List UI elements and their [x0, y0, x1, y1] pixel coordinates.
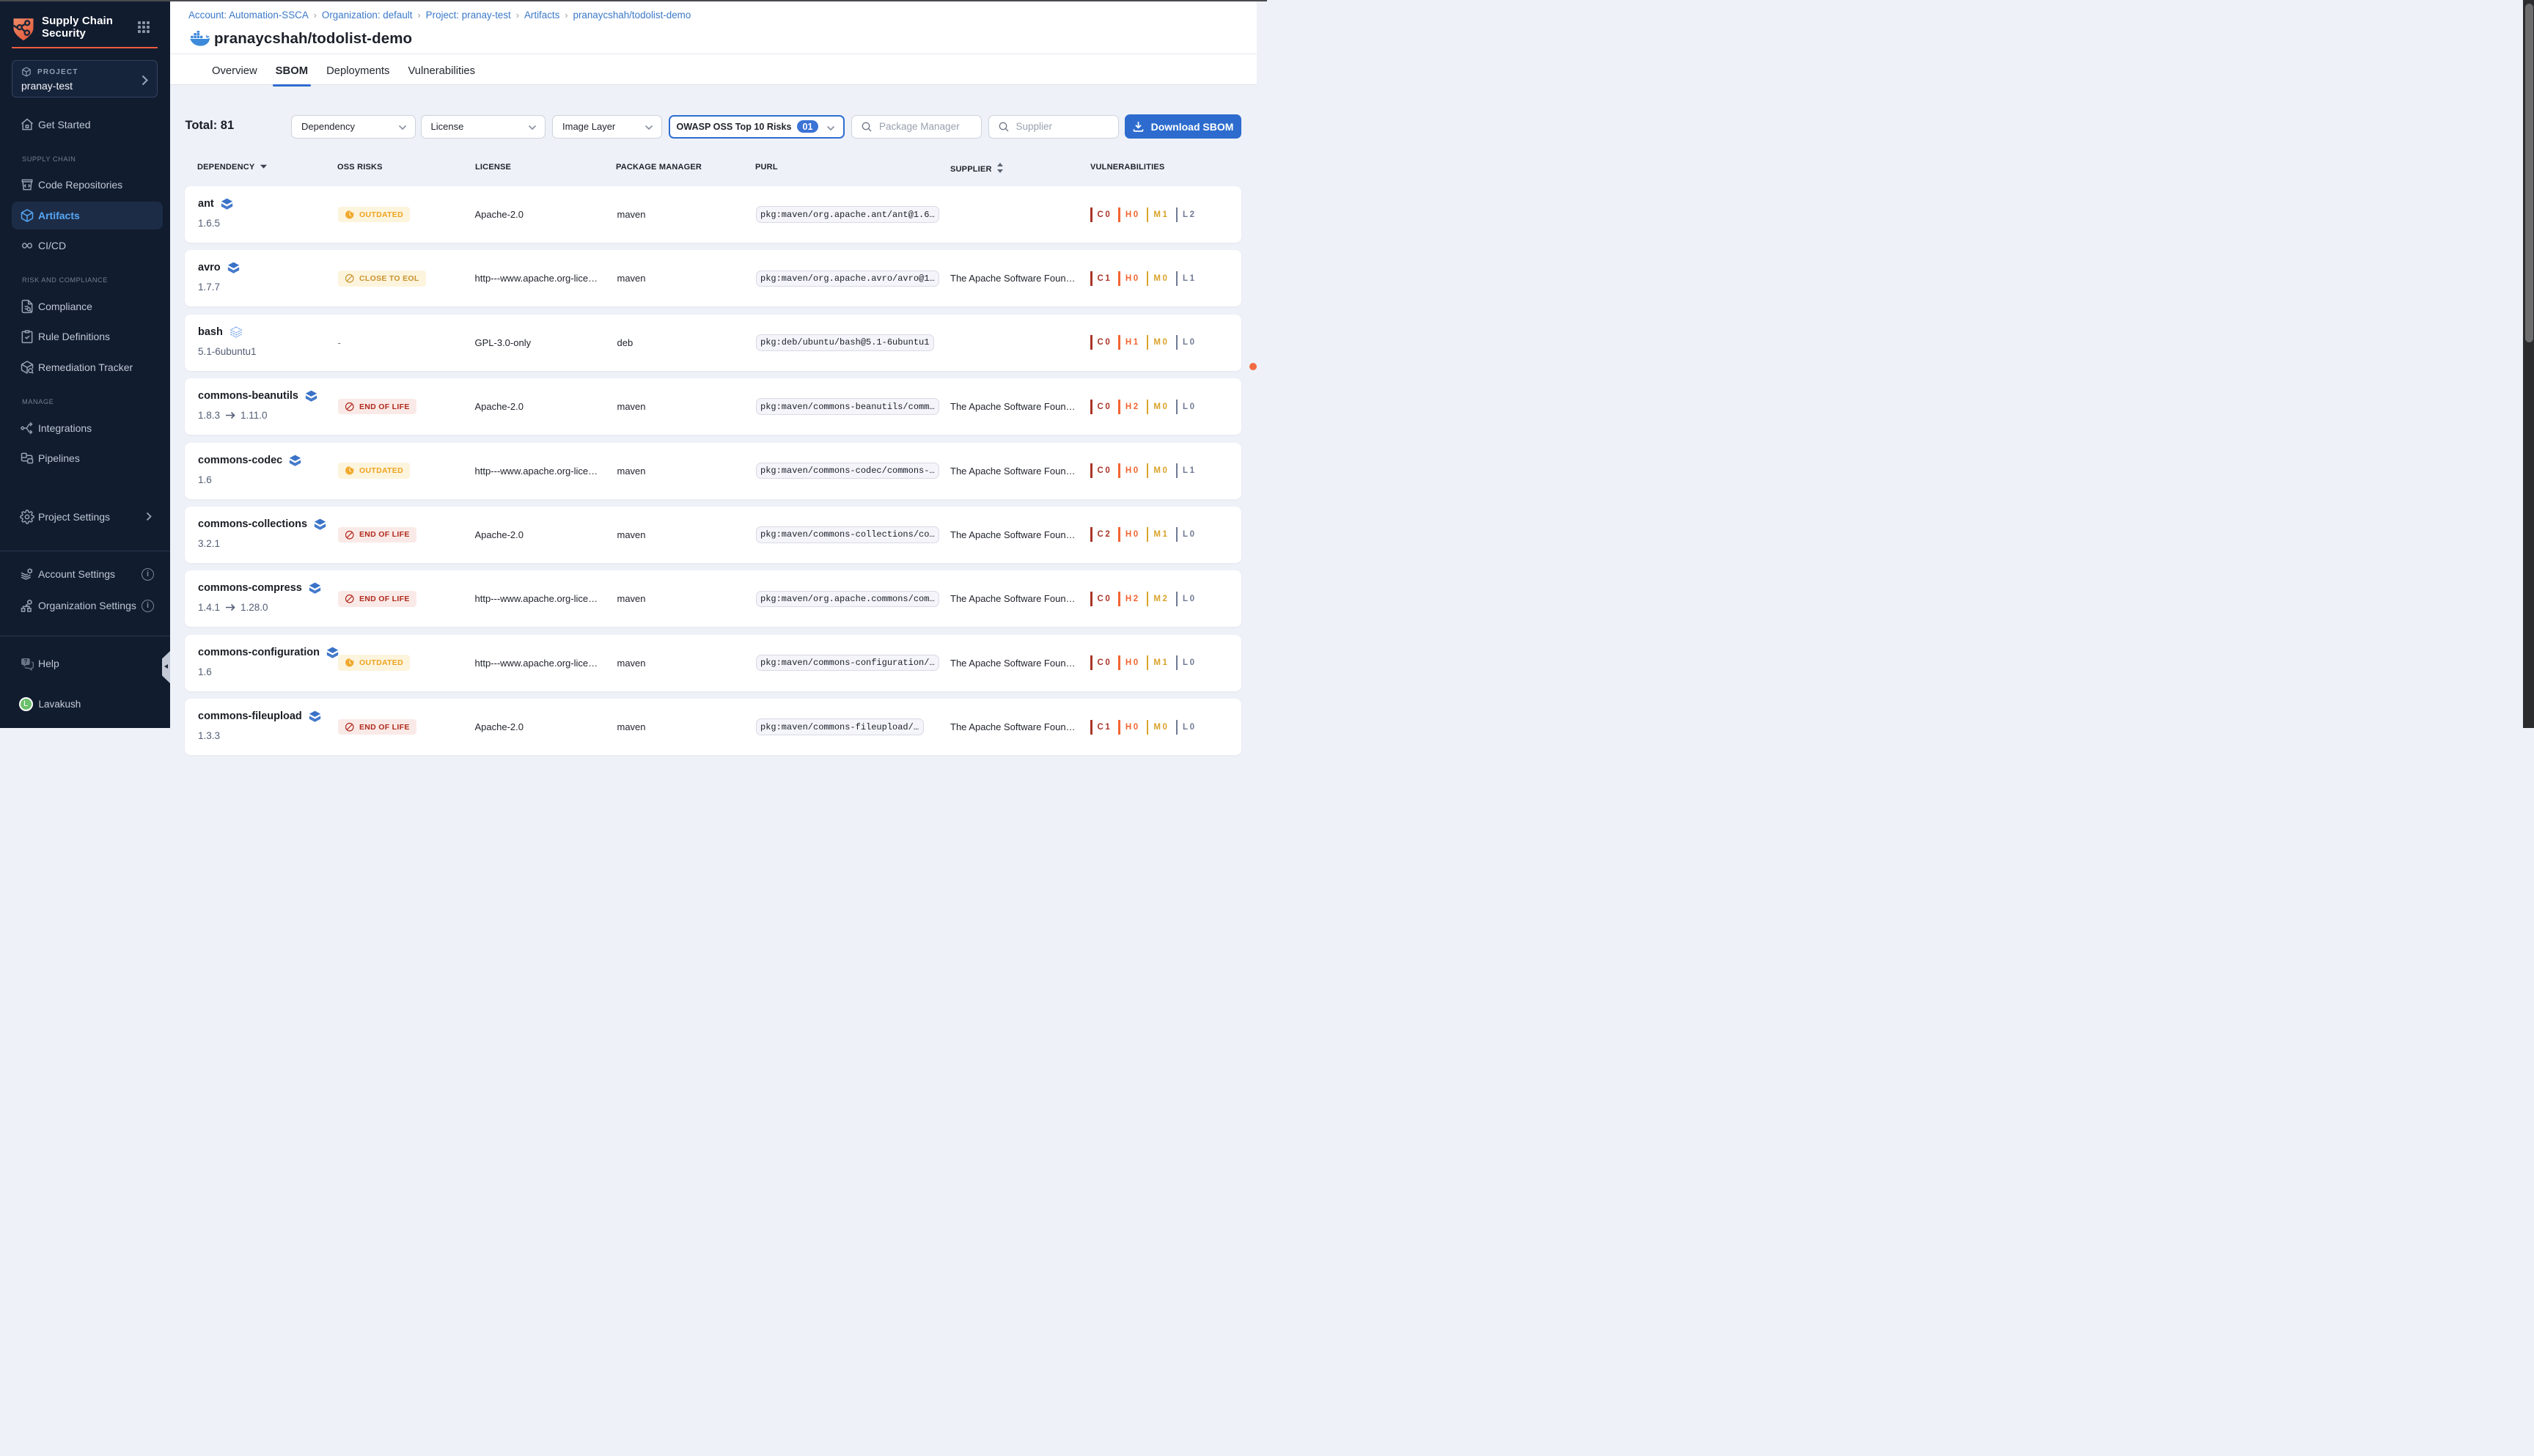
svg-text:?: ? — [23, 658, 27, 665]
